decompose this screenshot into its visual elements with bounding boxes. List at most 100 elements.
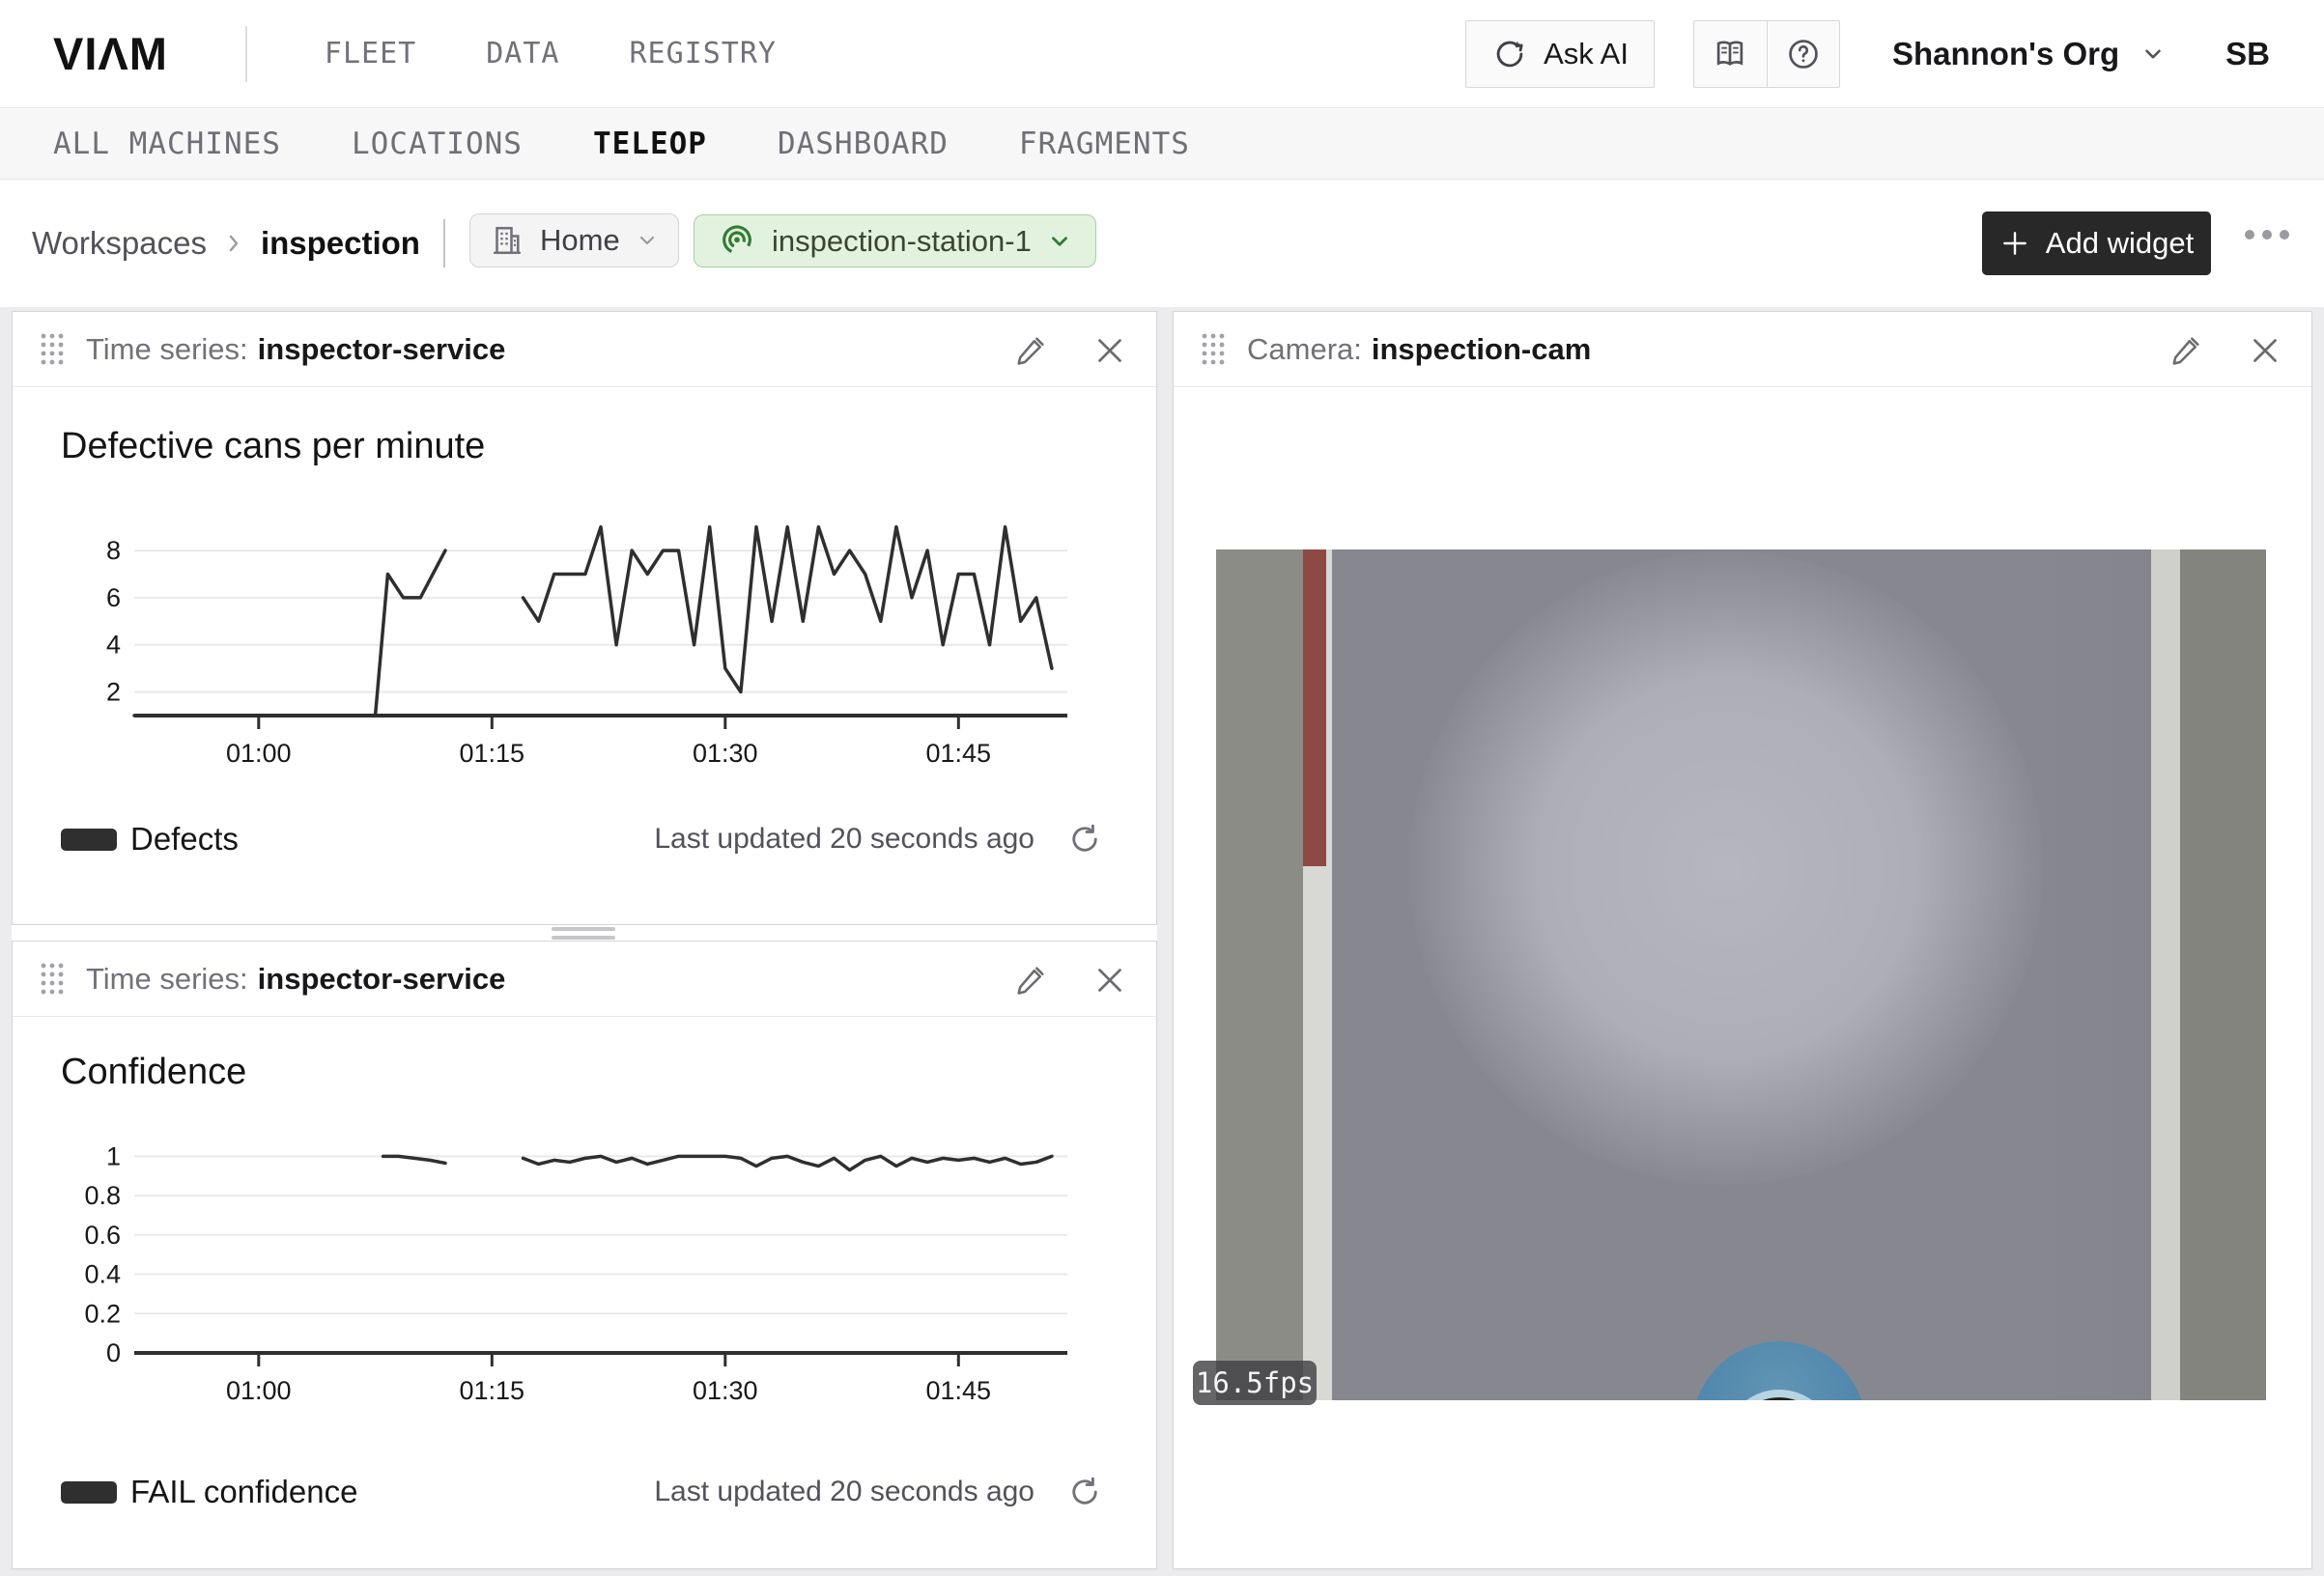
drag-handle-icon[interactable] <box>40 961 65 998</box>
location-selector[interactable]: Home <box>469 213 679 267</box>
widget-header: Time series: inspector-service <box>13 942 1156 1017</box>
chevron-down-icon <box>2140 42 2166 67</box>
tab-teleop[interactable]: TELEOP <box>593 127 707 161</box>
svg-text:01:00: 01:00 <box>226 739 292 768</box>
nav-registry[interactable]: REGISTRY <box>629 37 777 70</box>
chevron-right-icon <box>222 232 245 255</box>
machine-online-icon <box>718 222 756 261</box>
org-switcher[interactable]: Shannon's Org <box>1892 36 2166 72</box>
docs-button[interactable] <box>1694 21 1767 87</box>
location-label: Home <box>540 223 620 258</box>
chevron-down-icon <box>1047 229 1072 254</box>
nav-fleet[interactable]: FLEET <box>325 37 416 70</box>
legend-swatch <box>61 829 117 851</box>
header-divider <box>245 26 247 82</box>
legend-row: FAIL confidence Last updated 20 seconds … <box>61 1463 1102 1521</box>
svg-text:1: 1 <box>106 1141 121 1170</box>
docs-help-group <box>1693 20 1840 88</box>
timeseries-widget-defects: Time series: inspector-service Defective… <box>12 311 1157 925</box>
fleet-tab-bar: ALL MACHINES LOCATIONS TELEOP DASHBOARD … <box>0 108 2324 180</box>
widget-resource-name: inspection-cam <box>1372 332 1591 367</box>
edit-widget-button[interactable] <box>2168 333 2203 368</box>
ask-ai-label: Ask AI <box>1544 37 1629 71</box>
header-right: Ask AI <box>1465 20 2270 88</box>
refresh-icon[interactable] <box>1067 822 1102 857</box>
drag-handle-icon[interactable] <box>1201 331 1226 368</box>
tab-dashboard[interactable]: DASHBOARD <box>778 127 949 161</box>
refresh-icon[interactable] <box>1067 1475 1102 1509</box>
book-icon <box>1712 36 1748 72</box>
widget-kind-label: Time series: <box>86 962 248 997</box>
svg-text:0.8: 0.8 <box>84 1181 121 1210</box>
legend-swatch <box>61 1481 117 1504</box>
primary-nav: FLEET DATA REGISTRY <box>325 37 777 70</box>
right-edge-strip <box>2151 549 2180 1400</box>
close-widget-button[interactable] <box>1092 333 1127 368</box>
last-updated-text: Last updated 20 seconds ago <box>654 823 1034 856</box>
chart-title: Defective cans per minute <box>61 426 485 467</box>
widget-resource-name: inspector-service <box>258 962 506 997</box>
chevron-down-icon <box>636 229 659 252</box>
legend-label: FAIL confidence <box>130 1474 357 1510</box>
widget-resource-name: inspector-service <box>258 332 506 367</box>
widget-header: Camera: inspection-cam <box>1174 312 2311 387</box>
fps-badge: 16.5fps <box>1193 1361 1317 1405</box>
svg-text:0.6: 0.6 <box>84 1221 121 1250</box>
ask-ai-button[interactable]: Ask AI <box>1465 20 1655 88</box>
text-cursor <box>443 219 445 267</box>
more-menu-button[interactable] <box>2245 230 2289 239</box>
svg-text:0: 0 <box>106 1338 121 1367</box>
defects-chart: 246801:0001:1501:3001:45 <box>38 505 1145 785</box>
red-marker-bar <box>1303 549 1326 866</box>
widget-kind-label: Camera: <box>1247 332 1362 367</box>
widget-header: Time series: inspector-service <box>13 312 1156 387</box>
conveyor-left-rail <box>1216 549 1303 1400</box>
tab-fragments[interactable]: FRAGMENTS <box>1019 127 1190 161</box>
timeseries-widget-confidence: Time series: inspector-service Confidenc… <box>12 941 1157 1569</box>
chart-title: Confidence <box>61 1052 246 1093</box>
edit-widget-button[interactable] <box>1013 963 1048 998</box>
svg-text:01:30: 01:30 <box>693 1376 758 1405</box>
svg-text:01:15: 01:15 <box>460 1376 525 1405</box>
conveyor-right-rail <box>2180 549 2266 1400</box>
camera-feed <box>1216 549 2266 1400</box>
building-icon <box>490 223 524 258</box>
legend-label: Defects <box>130 821 239 858</box>
nav-data[interactable]: DATA <box>486 37 559 70</box>
viam-logo: VIΛM <box>53 27 168 80</box>
workspace-toolbar: Workspaces inspection Home <box>0 180 2324 307</box>
widget-kind-label: Time series: <box>86 332 248 367</box>
edit-widget-button[interactable] <box>1013 333 1048 368</box>
svg-text:2: 2 <box>106 678 121 707</box>
confidence-chart: 00.20.40.60.8101:0001:1501:3001:45 <box>38 1131 1145 1459</box>
svg-text:8: 8 <box>106 536 121 565</box>
tab-locations[interactable]: LOCATIONS <box>352 127 523 161</box>
avatar[interactable]: SB <box>2225 36 2270 72</box>
svg-text:6: 6 <box>106 583 121 612</box>
close-widget-button[interactable] <box>2248 333 2282 368</box>
svg-text:01:45: 01:45 <box>926 1376 992 1405</box>
legend-row: Defects Last updated 20 seconds ago <box>61 810 1102 868</box>
svg-text:01:30: 01:30 <box>693 739 758 768</box>
workspace-name[interactable]: inspection <box>261 225 420 262</box>
svg-text:4: 4 <box>106 631 121 660</box>
svg-text:0.4: 0.4 <box>84 1260 121 1289</box>
light-glow <box>1409 551 2043 1185</box>
add-widget-button[interactable]: Add widget <box>1982 211 2211 275</box>
svg-text:01:00: 01:00 <box>226 1376 292 1405</box>
plus-icon <box>1999 228 2030 259</box>
camera-widget: Camera: inspection-cam <box>1173 311 2312 1569</box>
sparkle-refresh-icon <box>1491 36 1528 72</box>
tab-all-machines[interactable]: ALL MACHINES <box>53 127 281 161</box>
org-name: Shannon's Org <box>1892 36 2119 72</box>
breadcrumb: Workspaces inspection <box>32 180 445 307</box>
teleop-workspace: Time series: inspector-service Defective… <box>0 307 2324 1576</box>
close-widget-button[interactable] <box>1092 963 1127 998</box>
app-header: VIΛM FLEET DATA REGISTRY Ask AI <box>0 0 2324 108</box>
machine-selector[interactable]: inspection-station-1 <box>694 214 1096 267</box>
help-icon <box>1785 36 1822 72</box>
svg-text:01:45: 01:45 <box>926 739 992 768</box>
breadcrumb-workspaces[interactable]: Workspaces <box>32 225 207 262</box>
drag-handle-icon[interactable] <box>40 331 65 368</box>
help-button[interactable] <box>1767 21 1839 87</box>
